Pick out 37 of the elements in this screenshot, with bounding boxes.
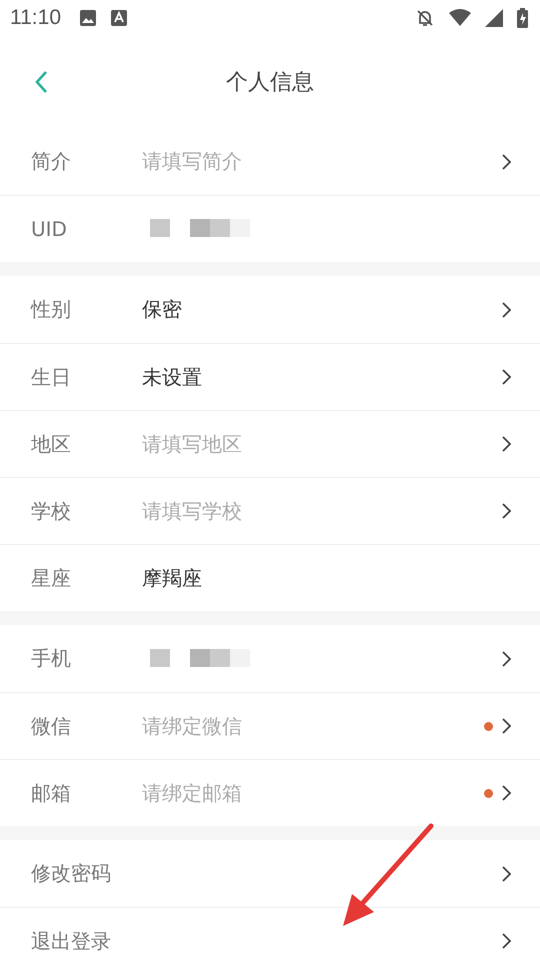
row-label: 生日 bbox=[31, 364, 72, 390]
row-placeholder: 请绑定微信 bbox=[142, 712, 242, 740]
settings-row[interactable]: 简介 请填写简介 bbox=[0, 128, 540, 195]
row-label: 微信 bbox=[31, 712, 72, 740]
row-placeholder: 请填写学校 bbox=[142, 498, 242, 524]
image-icon bbox=[79, 9, 97, 27]
status-time: 11:10 bbox=[10, 6, 61, 30]
row-label: 性别 bbox=[31, 296, 72, 323]
row-placeholder: 请填写简介 bbox=[142, 148, 242, 175]
settings-row[interactable]: 微信 请绑定微信 bbox=[0, 692, 540, 759]
signal-icon bbox=[485, 9, 503, 27]
wifi-icon bbox=[449, 9, 471, 27]
settings-row[interactable]: 手机 bbox=[0, 625, 540, 692]
row-label: 地区 bbox=[31, 430, 72, 458]
settings-row[interactable]: 性别 保密 bbox=[0, 276, 540, 343]
row-label: 修改密码 bbox=[31, 860, 112, 887]
font-icon bbox=[111, 10, 127, 26]
row-label: 星座 bbox=[31, 564, 72, 592]
row-label: 学校 bbox=[31, 498, 72, 524]
settings-row[interactable]: 学校 请填写学校 bbox=[0, 477, 540, 544]
row-label: 手机 bbox=[31, 645, 72, 672]
row-label: 邮箱 bbox=[31, 780, 72, 806]
row-placeholder: 请填写地区 bbox=[142, 430, 242, 458]
settings-row[interactable]: 修改密码 bbox=[0, 840, 540, 907]
row-value: 未设置 bbox=[142, 364, 202, 390]
row-value: 摩羯座 bbox=[142, 564, 202, 592]
row-label: UID bbox=[31, 217, 68, 241]
row-label: 简介 bbox=[31, 148, 72, 175]
settings-row[interactable]: 地区 请填写地区 bbox=[0, 410, 540, 477]
muted-bell-icon bbox=[415, 8, 435, 28]
battery-icon bbox=[517, 8, 528, 28]
settings-row[interactable]: 生日 未设置 bbox=[0, 343, 540, 410]
row-label: 退出登录 bbox=[31, 928, 112, 954]
row-placeholder: 请绑定邮箱 bbox=[142, 780, 242, 806]
chevron-left-icon bbox=[34, 70, 48, 94]
row-value: 保密 bbox=[142, 296, 182, 323]
page-title: 个人信息 bbox=[226, 69, 314, 97]
